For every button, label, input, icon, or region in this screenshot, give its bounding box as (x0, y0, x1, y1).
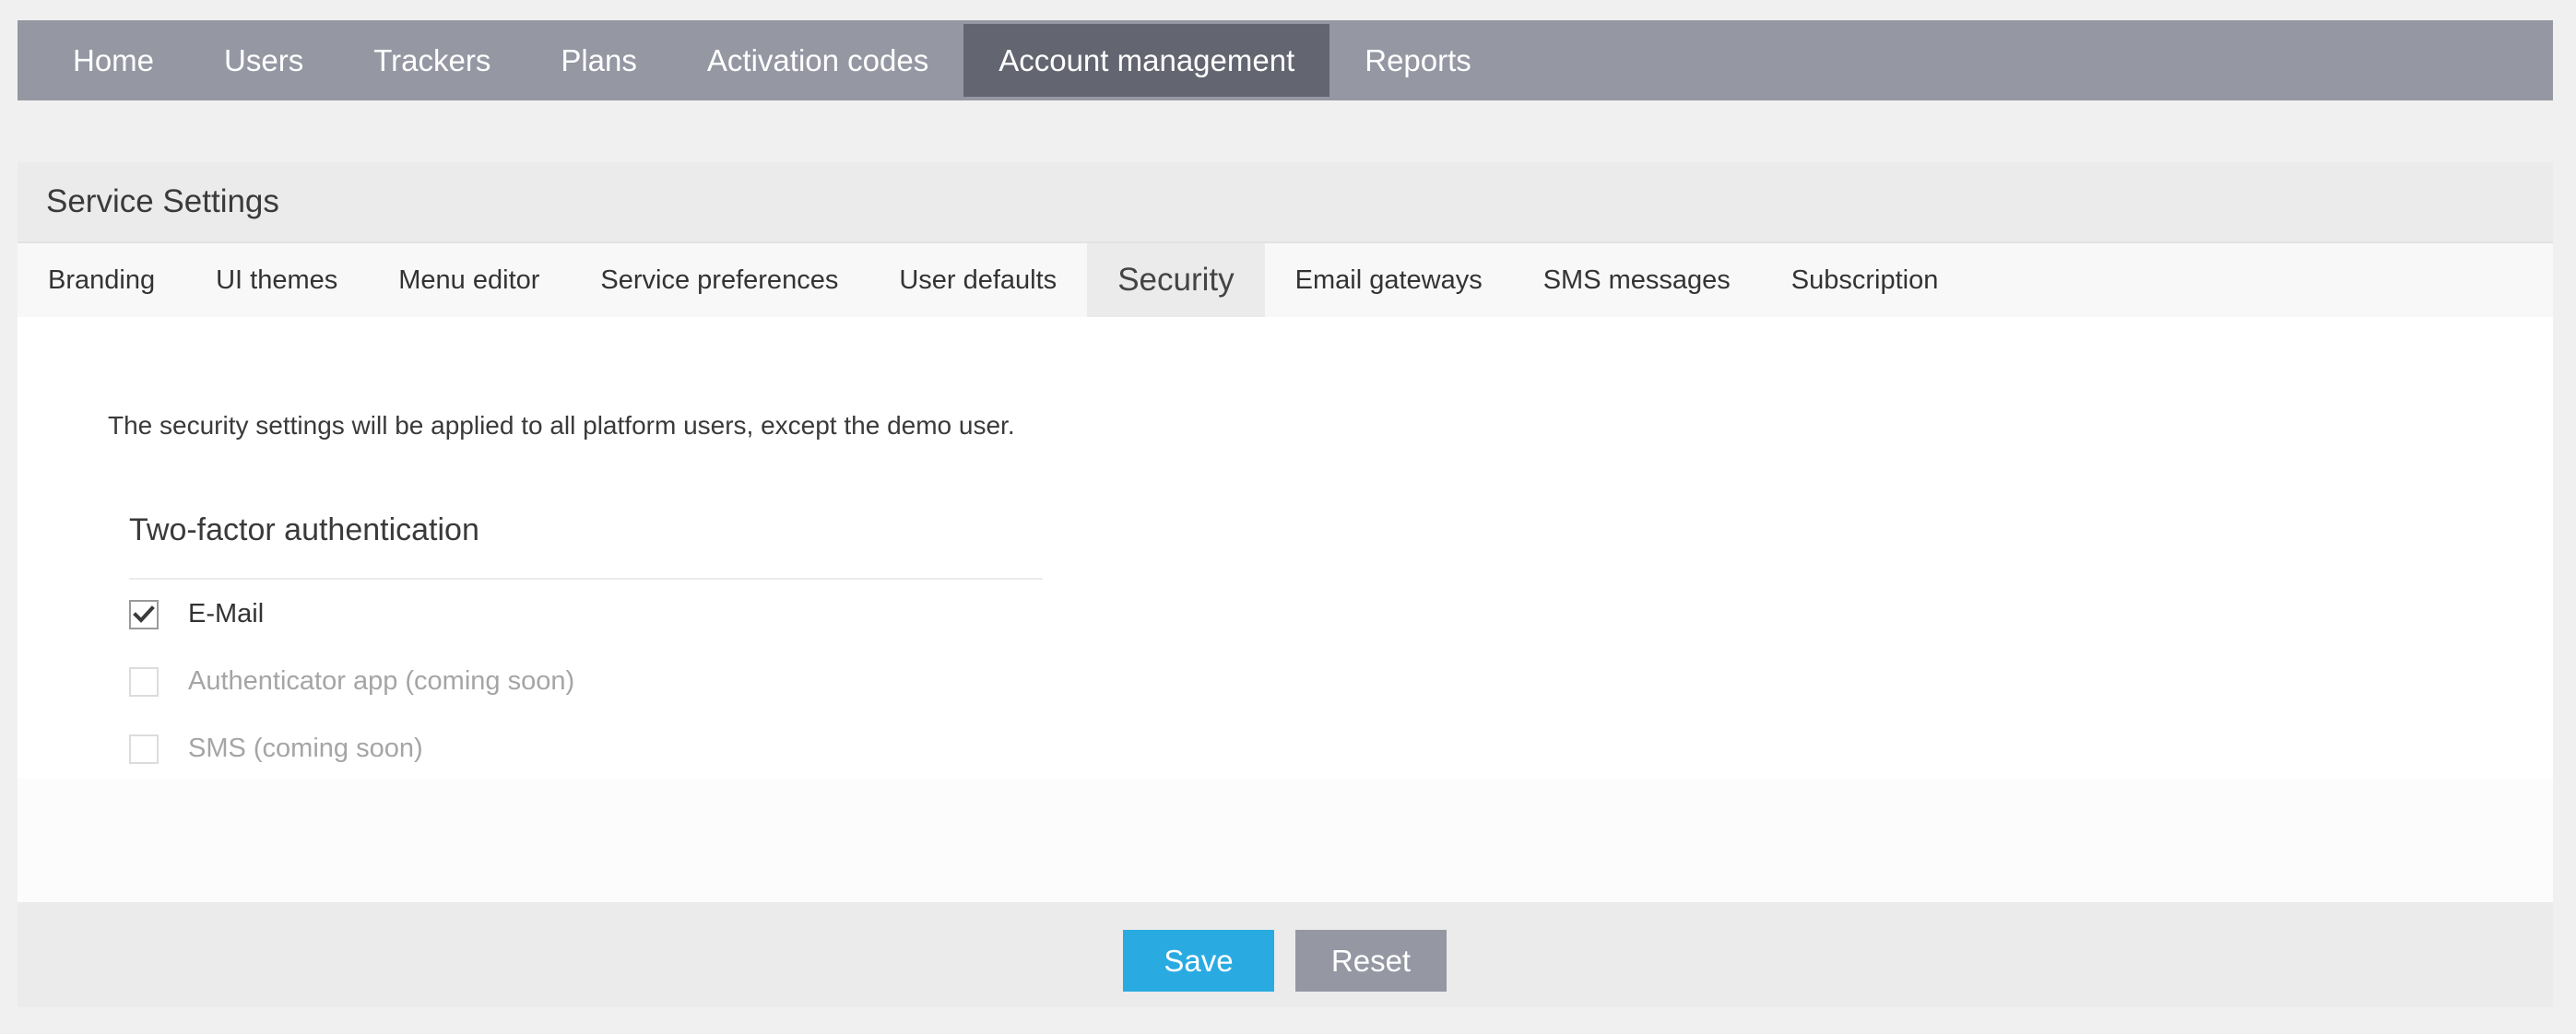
tab-ui-themes[interactable]: UI themes (185, 243, 368, 317)
authenticator-app-checkbox (129, 666, 159, 697)
nav-item-account-management[interactable]: Account management (963, 24, 1330, 97)
top-navigation: Home Users Trackers Plans Activation cod… (18, 20, 2553, 100)
nav-item-trackers[interactable]: Trackers (338, 24, 526, 97)
section-divider (129, 578, 1043, 580)
option-email[interactable]: E-Mail (129, 599, 264, 629)
nav-item-activation-codes[interactable]: Activation codes (672, 24, 963, 97)
panel-title: Service Settings (18, 162, 2553, 243)
email-checkbox[interactable] (129, 599, 159, 629)
option-email-label: E-Mail (188, 599, 265, 629)
option-sms-label: SMS (coming soon) (188, 734, 423, 763)
tab-email-gateways[interactable]: Email gateways (1265, 243, 1513, 317)
option-authenticator-app-label: Authenticator app (coming soon) (188, 666, 575, 696)
tab-service-preferences[interactable]: Service preferences (570, 243, 869, 317)
tab-security[interactable]: Security (1087, 243, 1265, 317)
panel-footer: Save Reset (18, 902, 2553, 1007)
nav-item-reports[interactable]: Reports (1329, 24, 1507, 97)
tab-user-defaults[interactable]: User defaults (869, 243, 1087, 317)
sms-checkbox (129, 734, 159, 764)
security-intro-text: The security settings will be applied to… (108, 411, 1015, 440)
tab-branding[interactable]: Branding (18, 243, 185, 317)
tab-subscription[interactable]: Subscription (1761, 243, 1969, 317)
tab-sms-messages[interactable]: SMS messages (1513, 243, 1761, 317)
nav-item-home[interactable]: Home (38, 24, 189, 97)
nav-item-plans[interactable]: Plans (526, 24, 672, 97)
checkmark-icon (133, 605, 155, 623)
reset-button[interactable]: Reset (1295, 930, 1447, 992)
two-factor-heading: Two-factor authentication (129, 512, 479, 547)
nav-item-users[interactable]: Users (189, 24, 338, 97)
tab-menu-editor[interactable]: Menu editor (368, 243, 570, 317)
settings-tabs: Branding UI themes Menu editor Service p… (18, 243, 2553, 317)
service-settings-panel: Service Settings Branding UI themes Menu… (18, 162, 2553, 1007)
save-button[interactable]: Save (1123, 930, 1274, 992)
option-authenticator-app: Authenticator app (coming soon) (129, 666, 574, 697)
option-sms: SMS (coming soon) (129, 734, 423, 764)
